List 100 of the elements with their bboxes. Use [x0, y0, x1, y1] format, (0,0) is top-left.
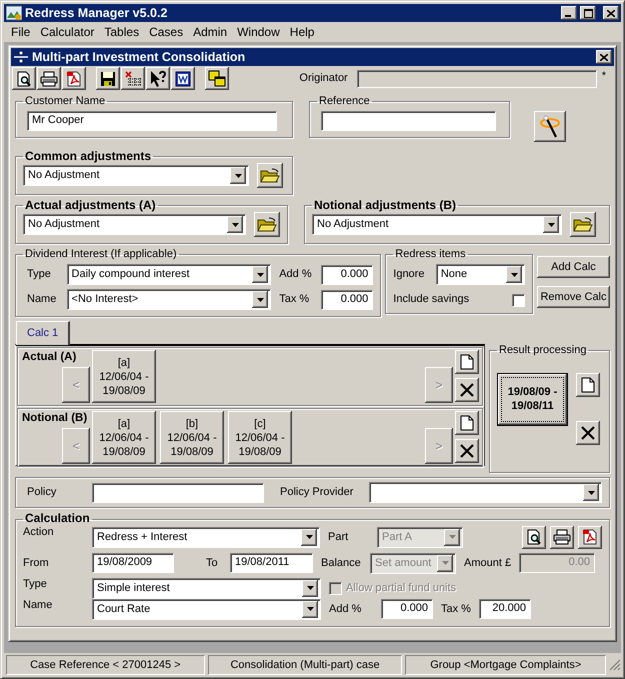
ignore-dropdown[interactable]: None [436, 264, 525, 286]
reference-field[interactable] [321, 111, 496, 132]
new-button[interactable] [455, 350, 479, 374]
delete-button[interactable] [455, 378, 479, 402]
menu-item[interactable]: Help [284, 24, 320, 40]
word-button[interactable] [171, 67, 195, 90]
group-title: Result processing [498, 344, 588, 357]
new-document-icon [460, 354, 474, 370]
period-button[interactable]: [a] 12/06/04 - 19/08/09 [92, 411, 156, 464]
menu-item[interactable]: Admin [188, 24, 232, 40]
group-title: Redress items [394, 248, 467, 260]
policy-field[interactable] [92, 482, 264, 503]
tax-percent-field[interactable]: 20.000 [479, 599, 531, 620]
divide-icon [13, 51, 29, 63]
print-button[interactable] [37, 67, 61, 90]
help-button[interactable] [146, 67, 170, 90]
menu-item[interactable]: File [6, 24, 36, 40]
close-button[interactable] [603, 6, 619, 20]
policy-provider-dropdown[interactable] [369, 482, 602, 504]
add-percent-field[interactable]: 0.000 [381, 599, 433, 620]
caret-icon [548, 222, 554, 227]
caret-icon [306, 607, 314, 612]
adjustment-dropdown[interactable]: No Adjustment [23, 165, 249, 186]
type-dropdown[interactable]: Daily compound interest [66, 264, 272, 286]
delete-button[interactable] [576, 420, 600, 445]
pdf-button[interactable] [578, 526, 602, 549]
group-title: Calculation [24, 512, 91, 526]
window-title: Multi-part Investment Consolidation [32, 50, 246, 64]
window-title: Redress Manager v5.0.2 [25, 6, 168, 20]
field-label: Part [328, 530, 350, 544]
period-button[interactable]: [b] 12/06/04 - 19/08/09 [160, 411, 224, 464]
status-panel: Consolidation (Multi-part) case [208, 654, 402, 674]
app-icon [6, 5, 22, 21]
field-label: Action [23, 526, 55, 539]
include-savings-checkbox[interactable] [512, 294, 525, 307]
field-label: Policy [26, 486, 58, 500]
menu-item[interactable]: Calculator [35, 24, 100, 40]
field-label: Name [26, 293, 58, 307]
period-button[interactable]: [c] 12/06/04 - 19/08/09 [228, 411, 292, 464]
from-date-field[interactable]: 19/08/2009 [92, 553, 174, 574]
result-button[interactable]: 19/08/09 - 19/08/11 [497, 372, 568, 426]
adjustment-dropdown[interactable]: No Adjustment [23, 214, 246, 236]
field-label: Balance [321, 556, 362, 570]
new-button[interactable] [455, 411, 479, 436]
group-title: Notional adjustments (B) [313, 199, 458, 212]
caret-icon [588, 490, 594, 495]
calc-button[interactable]: Add Calc [537, 256, 610, 278]
maximize-button[interactable] [580, 6, 596, 20]
preview-button[interactable] [522, 526, 546, 549]
customer-name-field[interactable]: Mr Cooper [27, 111, 277, 132]
printer-icon [553, 529, 571, 546]
calc-button[interactable]: Remove Calc [537, 286, 610, 308]
field-label: Tax % [279, 293, 310, 307]
field-label: Ignore [393, 268, 426, 282]
open-button[interactable] [254, 212, 280, 238]
close-icon [607, 10, 615, 16]
name-dropdown[interactable]: Court Rate [92, 598, 321, 620]
size-grip-icon [609, 658, 621, 670]
delete-icon [459, 443, 475, 460]
open-button[interactable] [570, 212, 596, 238]
to-date-field[interactable]: 19/08/2011 [230, 553, 313, 574]
group-title: Common adjustments [24, 150, 152, 164]
print-button[interactable] [550, 526, 574, 549]
windows-button[interactable] [205, 67, 229, 90]
group-title: Dividend Interest (If applicable) [24, 248, 178, 260]
save-button[interactable] [96, 67, 120, 90]
new-document-icon [460, 415, 474, 432]
menu-item[interactable]: Window [232, 24, 285, 40]
add-percent-field[interactable]: 0.000 [320, 264, 374, 285]
type-dropdown[interactable]: Simple interest [92, 578, 321, 599]
close-button[interactable] [596, 50, 612, 64]
preview-button[interactable] [12, 67, 36, 90]
originator-field[interactable] [356, 70, 597, 88]
help-pointer-icon [149, 70, 167, 88]
folder-icon [257, 216, 278, 233]
tab[interactable]: Calc 1 [16, 321, 70, 346]
caret-icon [256, 272, 264, 277]
period-button[interactable]: [a] 12/06/04 - 19/08/09 [92, 350, 156, 404]
field-label: Policy Provider [280, 486, 354, 500]
tax-percent-field[interactable]: 0.000 [320, 290, 374, 310]
delete-rows-button[interactable] [121, 67, 145, 90]
checkbox-label: Include savings [393, 293, 470, 307]
pdf-button[interactable] [62, 67, 86, 90]
menu-item[interactable]: Cases [144, 24, 188, 40]
field-label: To [205, 556, 219, 570]
wizard-button[interactable] [534, 111, 566, 142]
delete-button[interactable] [455, 439, 479, 464]
action-dropdown[interactable]: Redress + Interest [92, 526, 320, 548]
status-panel: Group <Mortgage Complaints> [405, 654, 606, 674]
menu-item[interactable]: Tables [99, 24, 144, 40]
name-dropdown[interactable]: <No Interest> [66, 289, 272, 310]
preview-icon [16, 70, 32, 86]
adjustment-dropdown[interactable]: No Adjustment [312, 214, 562, 236]
open-button[interactable] [257, 163, 283, 188]
minimize-button[interactable] [561, 6, 577, 20]
status-panel: Case Reference < 27001245 > [6, 654, 205, 674]
new-button[interactable] [576, 372, 600, 397]
printer-icon [40, 70, 58, 86]
caret-icon [510, 272, 518, 277]
required-mark: * [602, 70, 606, 84]
